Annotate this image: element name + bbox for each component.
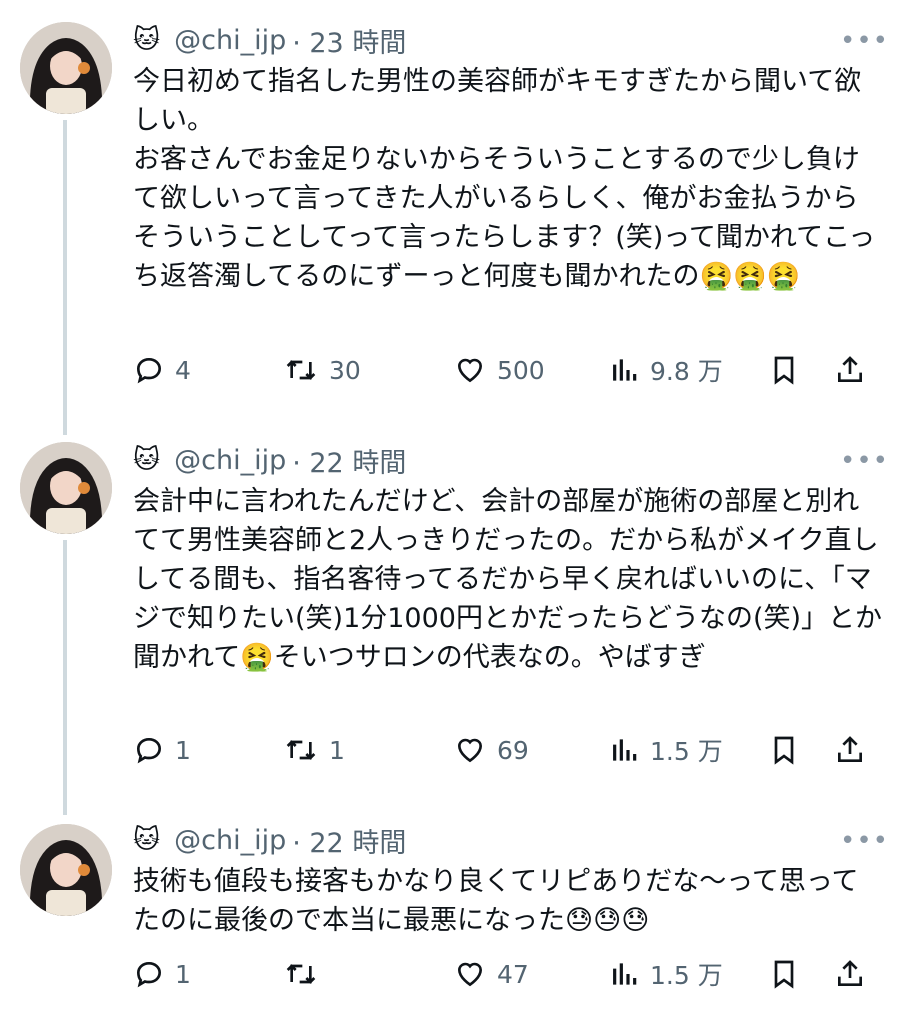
like-count: 69 (497, 735, 529, 765)
tweet[interactable]: 🐱 @chi_ijp · 23 時間 ••• 今日初めて指名した男性の美容師がキ… (0, 0, 911, 420)
avatar[interactable] (20, 442, 112, 534)
retweet-count: 30 (329, 355, 361, 385)
views-icon (613, 739, 637, 761)
reply-icon (136, 737, 162, 764)
heart-icon (457, 738, 483, 763)
retweet-count: 1 (329, 735, 345, 765)
reply-icon (136, 961, 162, 988)
cat-face-icon: 🐱 (133, 825, 161, 855)
reply-button[interactable]: 1 (133, 734, 283, 766)
cat-face-icon: 🐱 (133, 25, 161, 55)
views-button[interactable]: 9.8 万 (608, 352, 768, 388)
like-button[interactable]: 500 (453, 354, 608, 386)
retweet-icon (286, 360, 316, 380)
bookmark-icon (774, 356, 794, 385)
share-icon (838, 736, 862, 762)
views-count: 9.8 万 (650, 357, 723, 386)
bookmark-icon (774, 736, 794, 765)
bookmark-button[interactable] (768, 733, 834, 767)
retweet-button[interactable]: 30 (283, 354, 453, 386)
tweet[interactable]: 🐱 @chi_ijp · 22 時間 ••• 会計中に言われたんだけど、会計の部… (0, 420, 911, 810)
timestamp[interactable]: · 22 時間 (292, 441, 406, 480)
views-icon (613, 963, 637, 985)
views-button[interactable]: 1.5 万 (608, 732, 768, 768)
timestamp[interactable]: · 23 時間 (292, 21, 406, 60)
more-options-icon[interactable]: ••• (840, 26, 889, 56)
views-icon (613, 359, 637, 381)
like-count: 47 (497, 959, 529, 989)
share-button[interactable] (834, 733, 866, 767)
more-options-icon[interactable]: ••• (840, 446, 889, 476)
tweet-text: 技術も値段も接客もかなり良くてリピありだな〜って思ってたのに最後ので本当に最悪に… (133, 866, 859, 936)
reply-button[interactable]: 4 (133, 354, 283, 386)
tweet-header: 🐱 @chi_ijp · 23 時間 (133, 20, 406, 60)
heart-icon (457, 358, 483, 383)
tweet-actions: 1 47 1.5 万 (133, 954, 893, 994)
reply-count: 1 (175, 959, 191, 989)
user-handle[interactable]: @chi_ijp (174, 825, 286, 856)
avatar[interactable] (20, 22, 112, 114)
retweet-button[interactable]: 1 (283, 734, 453, 766)
retweet-icon (286, 964, 316, 984)
reply-icon (136, 357, 162, 384)
avatar[interactable] (20, 824, 112, 916)
reply-count: 1 (175, 735, 191, 765)
like-button[interactable]: 69 (453, 734, 608, 766)
reply-count: 4 (175, 355, 191, 385)
tweet-text: 会計中に言われたんだけど、会計の部屋が施術の部屋と別れてて男性美容師と2人っきり… (133, 486, 883, 673)
user-handle[interactable]: @chi_ijp (174, 25, 286, 56)
user-handle[interactable]: @chi_ijp (174, 445, 286, 476)
bookmark-button[interactable] (768, 353, 834, 387)
tweet[interactable]: 🐱 @chi_ijp · 22 時間 ••• 技術も値段も接客もかなり良くてリピ… (0, 802, 911, 1024)
timestamp[interactable]: · 22 時間 (292, 821, 406, 860)
views-count: 1.5 万 (650, 961, 723, 990)
views-button[interactable]: 1.5 万 (608, 956, 768, 992)
share-icon (838, 356, 862, 382)
tweet-header: 🐱 @chi_ijp · 22 時間 (133, 440, 406, 480)
more-options-icon[interactable]: ••• (840, 826, 889, 856)
cat-face-icon: 🐱 (133, 445, 161, 475)
tweet-actions: 1 1 69 1.5 万 (133, 730, 893, 770)
tweet-header: 🐱 @chi_ijp · 22 時間 (133, 820, 406, 860)
share-button[interactable] (834, 353, 866, 387)
share-icon (838, 960, 862, 986)
retweet-icon (286, 740, 316, 760)
reply-button[interactable]: 1 (133, 958, 283, 990)
share-button[interactable] (834, 957, 866, 991)
tweet-actions: 4 30 500 9.8 万 (133, 350, 893, 390)
bookmark-icon (774, 960, 794, 989)
views-count: 1.5 万 (650, 737, 723, 766)
like-button[interactable]: 47 (453, 958, 608, 990)
tweet-text: 今日初めて指名した男性の美容師がキモすぎたから聞いて欲しい。 お客さんでお金足り… (133, 66, 876, 292)
bookmark-button[interactable] (768, 957, 834, 991)
retweet-button[interactable] (283, 958, 453, 990)
heart-icon (457, 962, 483, 987)
like-count: 500 (497, 355, 545, 385)
